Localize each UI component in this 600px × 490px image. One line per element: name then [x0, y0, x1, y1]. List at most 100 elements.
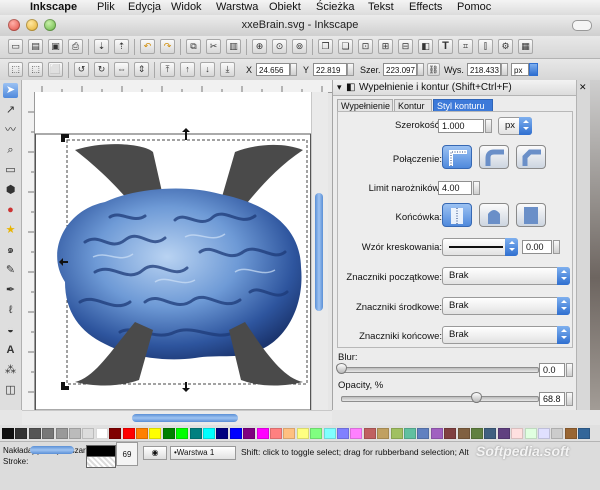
print-icon[interactable]: ⎙: [68, 39, 83, 54]
dock-close-icon[interactable]: ✕: [579, 82, 587, 93]
stroke-color-swatch[interactable]: [86, 456, 116, 468]
toolbar-toggle-button[interactable]: [572, 20, 592, 31]
palette-swatch[interactable]: [404, 428, 416, 439]
stroke-width-field[interactable]: 1.000: [438, 119, 484, 133]
palette-swatch[interactable]: [323, 428, 336, 439]
palette-swatch[interactable]: [564, 428, 577, 439]
height-field[interactable]: 218.433: [467, 63, 501, 76]
redo-icon[interactable]: ↷: [160, 39, 175, 54]
palette-swatch[interactable]: [28, 428, 41, 439]
palette-swatch[interactable]: [229, 428, 242, 439]
height-spinner[interactable]: [501, 63, 508, 76]
round-join-button[interactable]: [479, 145, 509, 169]
blur-slider[interactable]: [341, 367, 539, 373]
menu-text[interactable]: Tekst: [368, 0, 394, 15]
spray-tool-icon[interactable]: ⁂: [3, 363, 18, 378]
dash-offset-field[interactable]: 0.00: [522, 240, 552, 254]
palette-swatch[interactable]: [243, 428, 256, 439]
stroke-opacity-field[interactable]: 69: [116, 442, 138, 466]
palette-swatch[interactable]: [162, 428, 175, 439]
menu-file[interactable]: Plik: [97, 0, 115, 15]
select-all-icon[interactable]: ⬚: [8, 62, 23, 77]
x-spinner[interactable]: [290, 63, 297, 76]
node-tool-icon[interactable]: ↗: [3, 103, 18, 118]
horizontal-scroll-thumb[interactable]: [132, 414, 238, 422]
selector-tool-icon[interactable]: ➤: [3, 83, 18, 98]
status-scroll-thumb[interactable]: [30, 446, 74, 454]
deselect-icon[interactable]: ⬜: [48, 62, 63, 77]
mid-markers-select[interactable]: Brak: [442, 297, 570, 315]
spiral-tool-icon[interactable]: ๑: [3, 243, 18, 258]
palette-swatch[interactable]: [203, 428, 215, 439]
unit-select[interactable]: px: [511, 63, 529, 76]
palette-swatch[interactable]: [337, 428, 349, 439]
rotate-ccw-icon[interactable]: ↺: [74, 62, 89, 77]
calligraphy-tool-icon[interactable]: ℓ: [3, 303, 18, 318]
dash-pattern-select[interactable]: [442, 238, 518, 256]
unlink-clone-icon[interactable]: ⊡: [358, 39, 373, 54]
palette-swatch[interactable]: [82, 428, 95, 439]
fill-stroke-icon[interactable]: ◧: [418, 39, 433, 54]
ellipse-tool-icon[interactable]: ●: [3, 203, 18, 218]
pen-tool-icon[interactable]: ✒: [3, 283, 18, 298]
palette-swatch[interactable]: [122, 428, 135, 439]
palette-swatch[interactable]: [109, 428, 122, 439]
layer-select[interactable]: •Warstwa 1: [170, 446, 236, 460]
text-tool-icon[interactable]: A: [3, 343, 18, 358]
square-cap-button[interactable]: [516, 203, 546, 227]
menu-path[interactable]: Ścieżka: [316, 0, 355, 15]
dash-offset-spinner[interactable]: [553, 240, 560, 254]
dock-collapse-icon[interactable]: ▾: [337, 80, 342, 95]
palette-swatch[interactable]: [511, 428, 524, 439]
zoom-drawing-icon[interactable]: ⊙: [272, 39, 287, 54]
cut-icon[interactable]: ✂: [206, 39, 221, 54]
round-cap-button[interactable]: [479, 203, 509, 227]
y-field[interactable]: 22.819: [313, 63, 347, 76]
rotate-cw-icon[interactable]: ↻: [94, 62, 109, 77]
export-icon[interactable]: ⇡: [114, 39, 129, 54]
lower-icon[interactable]: ↓: [200, 62, 215, 77]
palette-swatch[interactable]: [149, 428, 162, 439]
palette-swatch[interactable]: [538, 428, 550, 439]
bevel-join-button[interactable]: [516, 145, 546, 169]
tab-stroke-style[interactable]: Styl konturu: [433, 99, 493, 111]
zoom-page-icon[interactable]: ⊚: [292, 39, 307, 54]
vertical-scroll-thumb[interactable]: [315, 193, 323, 311]
palette-swatch[interactable]: [296, 428, 309, 439]
menu-view[interactable]: Widok: [171, 0, 202, 15]
palette-swatch[interactable]: [310, 428, 323, 439]
palette-swatch[interactable]: [136, 428, 148, 439]
tab-fill[interactable]: Wypełnienie: [337, 99, 393, 111]
miter-limit-spinner[interactable]: [473, 181, 480, 195]
palette-swatch[interactable]: [2, 428, 14, 439]
ungroup-icon[interactable]: ⊟: [398, 39, 413, 54]
text-font-icon[interactable]: T: [438, 39, 453, 54]
palette-swatch[interactable]: [363, 428, 376, 439]
palette-swatch[interactable]: [216, 428, 229, 439]
clone-icon[interactable]: ❏: [338, 39, 353, 54]
unit-dropdown-icon[interactable]: [529, 63, 538, 76]
align-distribute-icon[interactable]: ⫿: [478, 39, 493, 54]
doc-properties-icon[interactable]: ▦: [518, 39, 533, 54]
duplicate-icon[interactable]: ❐: [318, 39, 333, 54]
palette-swatch[interactable]: [417, 428, 430, 439]
paste-icon[interactable]: ▥: [226, 39, 241, 54]
group-icon[interactable]: ⊞: [378, 39, 393, 54]
stroke-unit-select[interactable]: px: [498, 117, 532, 135]
butt-cap-button[interactable]: [442, 203, 472, 227]
palette-swatch[interactable]: [484, 428, 497, 439]
opacity-slider[interactable]: [341, 396, 539, 402]
blur-spinner[interactable]: [566, 363, 573, 377]
flip-vertical-icon[interactable]: ⇕: [134, 62, 149, 77]
opacity-spinner[interactable]: [566, 392, 573, 406]
undo-icon[interactable]: ↶: [140, 39, 155, 54]
miter-limit-field[interactable]: 4.00: [438, 181, 472, 195]
save-icon[interactable]: ▣: [48, 39, 63, 54]
palette-swatch[interactable]: [176, 428, 189, 439]
start-markers-select[interactable]: Brak: [442, 267, 570, 285]
palette-swatch[interactable]: [471, 428, 483, 439]
palette-swatch[interactable]: [578, 428, 591, 439]
raise-icon[interactable]: ↑: [180, 62, 195, 77]
palette-swatch[interactable]: [69, 428, 81, 439]
palette-swatch[interactable]: [497, 428, 510, 439]
